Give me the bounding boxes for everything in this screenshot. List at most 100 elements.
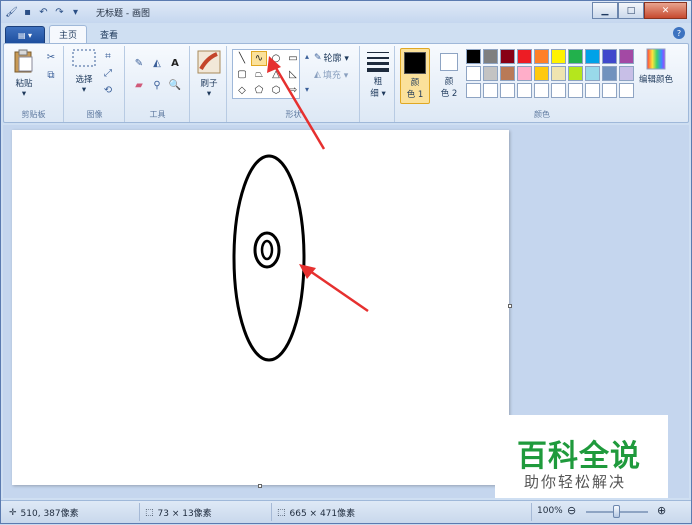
brushes-group: 刷子 ▾ [191,46,227,122]
drawing-canvas[interactable] [12,130,512,488]
fill-button[interactable]: ◭ 填充 ▾ [314,68,348,82]
curve-shape-icon[interactable]: ∿ [251,51,267,66]
undo-icon[interactable]: ↶ [37,6,50,19]
select-icon [72,49,96,67]
palette-swatch[interactable] [466,83,481,98]
zoom-slider-thumb[interactable] [613,505,620,518]
palette-swatch[interactable] [466,66,481,81]
text-tool-icon[interactable]: A [168,56,182,70]
palette-swatch[interactable] [517,66,532,81]
arrow-shape-icon[interactable]: ⇨ [285,83,301,98]
image-group: 选择 ▾ ⌗ ⤢ ⟲ 图像 [65,46,125,122]
help-icon[interactable]: ? [673,27,685,39]
close-button[interactable]: ✕ [644,2,687,19]
shapes-group: ╲ ∿ ○ ▭ ▢ ⏢ △ ◺ ◇ ⬠ ⬡ ⇨ ▴ ▾ ✎ 轮廓 ▾ ◭ 填充 [228,46,360,122]
shape-gallery: ╲ ∿ ○ ▭ ▢ ⏢ △ ◺ ◇ ⬠ ⬡ ⇨ [232,49,300,99]
tools-group: ✎ ◭ A ▰ ⚲ 🔍 工具 [126,46,190,122]
palette-swatch[interactable] [602,49,617,64]
outline-button[interactable]: ✎ 轮廓 ▾ [314,51,349,65]
palette-swatch[interactable] [534,49,549,64]
dropdown-icon[interactable]: ▾ [69,6,82,19]
shapes-scroll-up-icon[interactable]: ▴ [300,49,314,63]
palette-swatch[interactable] [534,83,549,98]
magnifier-icon[interactable]: 🔍 [168,78,182,92]
brushes-button[interactable]: 刷子 ▾ [194,50,224,99]
color2-button[interactable]: 颜 色 2 [434,48,464,99]
palette-swatch[interactable] [500,66,515,81]
tab-home[interactable]: 主页 [49,25,88,43]
line-shape-icon[interactable]: ╲ [234,51,250,66]
select-button[interactable]: 选择 ▾ [69,48,99,95]
clipboard-group: 粘贴 ▾ ✂ ⧉ 剪贴板 [4,46,64,122]
color-picker-icon[interactable]: ⚲ [150,78,164,92]
redo-icon[interactable]: ↷ [53,6,66,19]
palette-swatch[interactable] [602,66,617,81]
palette-swatch[interactable] [483,83,498,98]
zoom-in-button[interactable]: ⊕ [657,504,666,517]
brush-icon [197,50,221,74]
color2-swatch [440,53,458,71]
maximize-button[interactable]: □ [618,2,644,19]
size-button[interactable]: 粗 细 ▾ [364,50,392,99]
palette-swatch[interactable] [500,83,515,98]
palette-swatch[interactable] [585,66,600,81]
diamond-shape-icon[interactable]: ◇ [234,83,250,98]
palette-swatch[interactable] [551,83,566,98]
file-menu-button[interactable]: ▤ ▾ [5,26,45,43]
pentagon-shape-icon[interactable]: ⬠ [251,83,267,98]
quick-access-toolbar: 🖌 ▪ ↶ ↷ ▾ [1,6,82,19]
palette-swatch[interactable] [483,66,498,81]
crop-icon[interactable]: ⌗ [101,49,115,63]
palette-swatch[interactable] [619,49,634,64]
canvas-resize-handle-right[interactable] [508,304,512,308]
triangle-shape-icon[interactable]: △ [268,67,284,82]
zoom-out-button[interactable]: ⊖ [567,504,576,517]
rectangle-shape-icon[interactable]: ▭ [285,51,301,66]
edit-colors-button[interactable]: 编辑颜色 [636,48,676,85]
canvas-resize-handle-bottom[interactable] [258,484,262,488]
palette-swatch[interactable] [483,49,498,64]
resize-icon[interactable]: ⤢ [101,66,115,80]
save-icon[interactable]: ▪ [21,6,34,19]
eraser-icon[interactable]: ▰ [132,78,146,92]
fill-icon: ◭ [314,69,321,80]
copy-icon[interactable]: ⧉ [44,68,58,82]
shapes-more-icon[interactable]: ▾ [300,82,314,96]
palette-swatch[interactable] [602,83,617,98]
palette-swatch[interactable] [568,49,583,64]
palette-swatch[interactable] [619,83,634,98]
rotate-icon[interactable]: ⟲ [101,83,115,97]
color1-button[interactable]: 颜 色 1 [400,48,430,104]
palette-swatch[interactable] [551,49,566,64]
status-separator [531,503,532,521]
paste-button[interactable]: 粘贴 ▾ [10,48,38,99]
palette-swatch[interactable] [585,83,600,98]
disc-inner-ellipse-inner [260,239,274,261]
tab-view[interactable]: 查看 [91,25,127,43]
palette-swatch[interactable] [466,49,481,64]
palette-swatch[interactable] [517,49,532,64]
status-bar: ✛ 510, 387像素 ⬚ 73 × 13像素 ⬚ 665 × 471像素 1… [1,500,691,523]
palette-swatch[interactable] [500,49,515,64]
palette-swatch[interactable] [568,66,583,81]
cut-icon[interactable]: ✂ [44,50,58,64]
pencil-icon[interactable]: ✎ [132,56,146,70]
palette-swatch[interactable] [568,83,583,98]
palette-swatch[interactable] [534,66,549,81]
right-triangle-shape-icon[interactable]: ◺ [285,67,301,82]
palette-swatch[interactable] [517,83,532,98]
polygon-shape-icon[interactable]: ⏢ [251,67,267,82]
color-palette [466,49,634,98]
fill-bucket-icon[interactable]: ◭ [150,56,164,70]
canvas-size-icon: ⬚ [277,507,286,518]
palette-swatch[interactable] [619,66,634,81]
canvas-size: ⬚ 665 × 471像素 [277,507,356,520]
hexagon-shape-icon[interactable]: ⬡ [268,83,284,98]
colors-group: 颜 色 1 颜 色 2 编辑颜色 颜色 [396,46,688,122]
palette-swatch[interactable] [585,49,600,64]
rounded-rect-shape-icon[interactable]: ▢ [234,67,250,82]
palette-swatch[interactable] [551,66,566,81]
app-menu-icon[interactable]: 🖌 [5,6,18,19]
oval-shape-icon[interactable]: ○ [268,51,284,66]
minimize-button[interactable]: ▁ [592,2,618,19]
